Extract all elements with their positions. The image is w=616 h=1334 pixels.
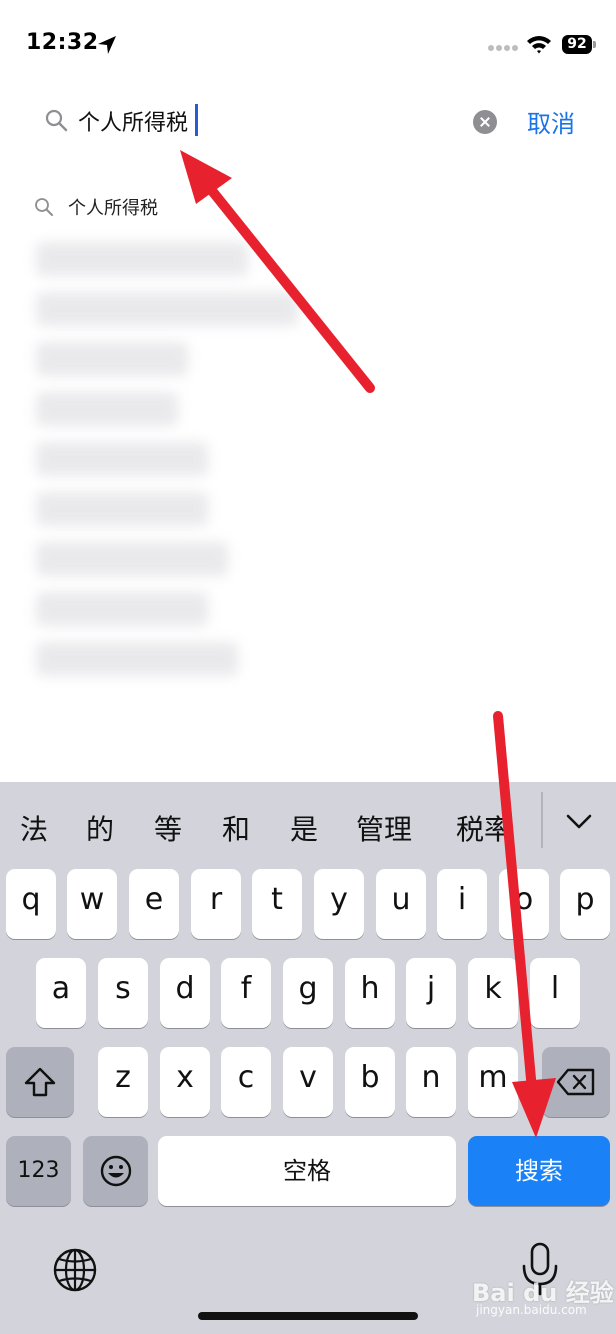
text-cursor xyxy=(195,104,198,136)
key-k[interactable]: k xyxy=(468,958,518,1028)
candidate-word[interactable]: 等 xyxy=(154,808,182,848)
backspace-key[interactable] xyxy=(542,1047,610,1117)
key-w[interactable]: w xyxy=(67,869,117,939)
status-bar: 12:32 92 xyxy=(0,0,616,90)
blurred-suggestion[interactable] xyxy=(36,492,208,526)
key-v[interactable]: v xyxy=(283,1047,333,1117)
candidate-word[interactable]: 管理 xyxy=(356,808,412,848)
candidate-word[interactable]: 法 xyxy=(20,808,48,848)
key-c[interactable]: c xyxy=(221,1047,271,1117)
home-indicator xyxy=(198,1312,418,1320)
cancel-button[interactable]: 取消 xyxy=(527,104,575,139)
key-p[interactable]: p xyxy=(560,869,610,939)
watermark-url: jingyan.baidu.com xyxy=(476,1303,587,1317)
search-key[interactable]: 搜索 xyxy=(468,1136,610,1206)
candidate-word[interactable]: 的 xyxy=(86,808,114,848)
blurred-suggestion[interactable] xyxy=(36,442,208,476)
blurred-suggestion[interactable] xyxy=(36,242,248,276)
chevron-down-icon[interactable] xyxy=(564,808,594,834)
key-g[interactable]: g xyxy=(283,958,333,1028)
blurred-suggestion[interactable] xyxy=(36,392,178,426)
blurred-suggestion[interactable] xyxy=(36,592,208,626)
key-i[interactable]: i xyxy=(437,869,487,939)
status-time: 12:32 xyxy=(26,30,99,55)
candidate-word[interactable]: 税率 xyxy=(456,808,512,848)
numbers-key[interactable]: 123 xyxy=(6,1136,71,1206)
key-x[interactable]: x xyxy=(160,1047,210,1117)
key-y[interactable]: y xyxy=(314,869,364,939)
battery-indicator: 92 xyxy=(562,35,592,54)
key-d[interactable]: d xyxy=(160,958,210,1028)
emoji-icon xyxy=(100,1155,131,1187)
shift-key[interactable] xyxy=(6,1047,74,1117)
blurred-suggestion[interactable] xyxy=(36,342,188,376)
search-bar xyxy=(0,92,616,152)
key-b[interactable]: b xyxy=(345,1047,395,1117)
candidate-divider xyxy=(541,792,543,848)
space-key[interactable]: 空格 xyxy=(158,1136,456,1206)
globe-icon[interactable] xyxy=(52,1247,98,1293)
key-q[interactable]: q xyxy=(6,869,56,939)
key-j[interactable]: j xyxy=(406,958,456,1028)
cellular-signal-icon xyxy=(488,45,518,51)
shift-icon xyxy=(24,1067,56,1097)
backspace-icon xyxy=(556,1068,595,1096)
location-arrow-icon xyxy=(98,36,116,54)
search-icon xyxy=(35,198,53,216)
search-input[interactable] xyxy=(78,104,458,138)
search-icon xyxy=(45,109,68,132)
blurred-suggestion[interactable] xyxy=(36,292,298,326)
wifi-icon xyxy=(527,36,551,54)
candidate-word[interactable]: 是 xyxy=(290,808,318,848)
key-a[interactable]: a xyxy=(36,958,86,1028)
blurred-suggestion[interactable] xyxy=(36,642,238,676)
key-r[interactable]: r xyxy=(191,869,241,939)
key-l[interactable]: l xyxy=(530,958,580,1028)
key-u[interactable]: u xyxy=(376,869,426,939)
emoji-key[interactable] xyxy=(83,1136,148,1206)
key-o[interactable]: o xyxy=(499,869,549,939)
blurred-suggestion[interactable] xyxy=(36,542,228,576)
key-z[interactable]: z xyxy=(98,1047,148,1117)
key-t[interactable]: t xyxy=(252,869,302,939)
clear-search-button[interactable] xyxy=(473,110,497,134)
battery-cap xyxy=(593,41,596,48)
key-s[interactable]: s xyxy=(98,958,148,1028)
key-h[interactable]: h xyxy=(345,958,395,1028)
candidate-bar: 法 的 等 和 是 管理 税率 xyxy=(0,782,616,868)
key-m[interactable]: m xyxy=(468,1047,518,1117)
key-e[interactable]: e xyxy=(129,869,179,939)
key-n[interactable]: n xyxy=(406,1047,456,1117)
key-f[interactable]: f xyxy=(221,958,271,1028)
candidate-word[interactable]: 和 xyxy=(222,808,250,848)
suggestion-text: 个人所得税 xyxy=(68,198,158,219)
